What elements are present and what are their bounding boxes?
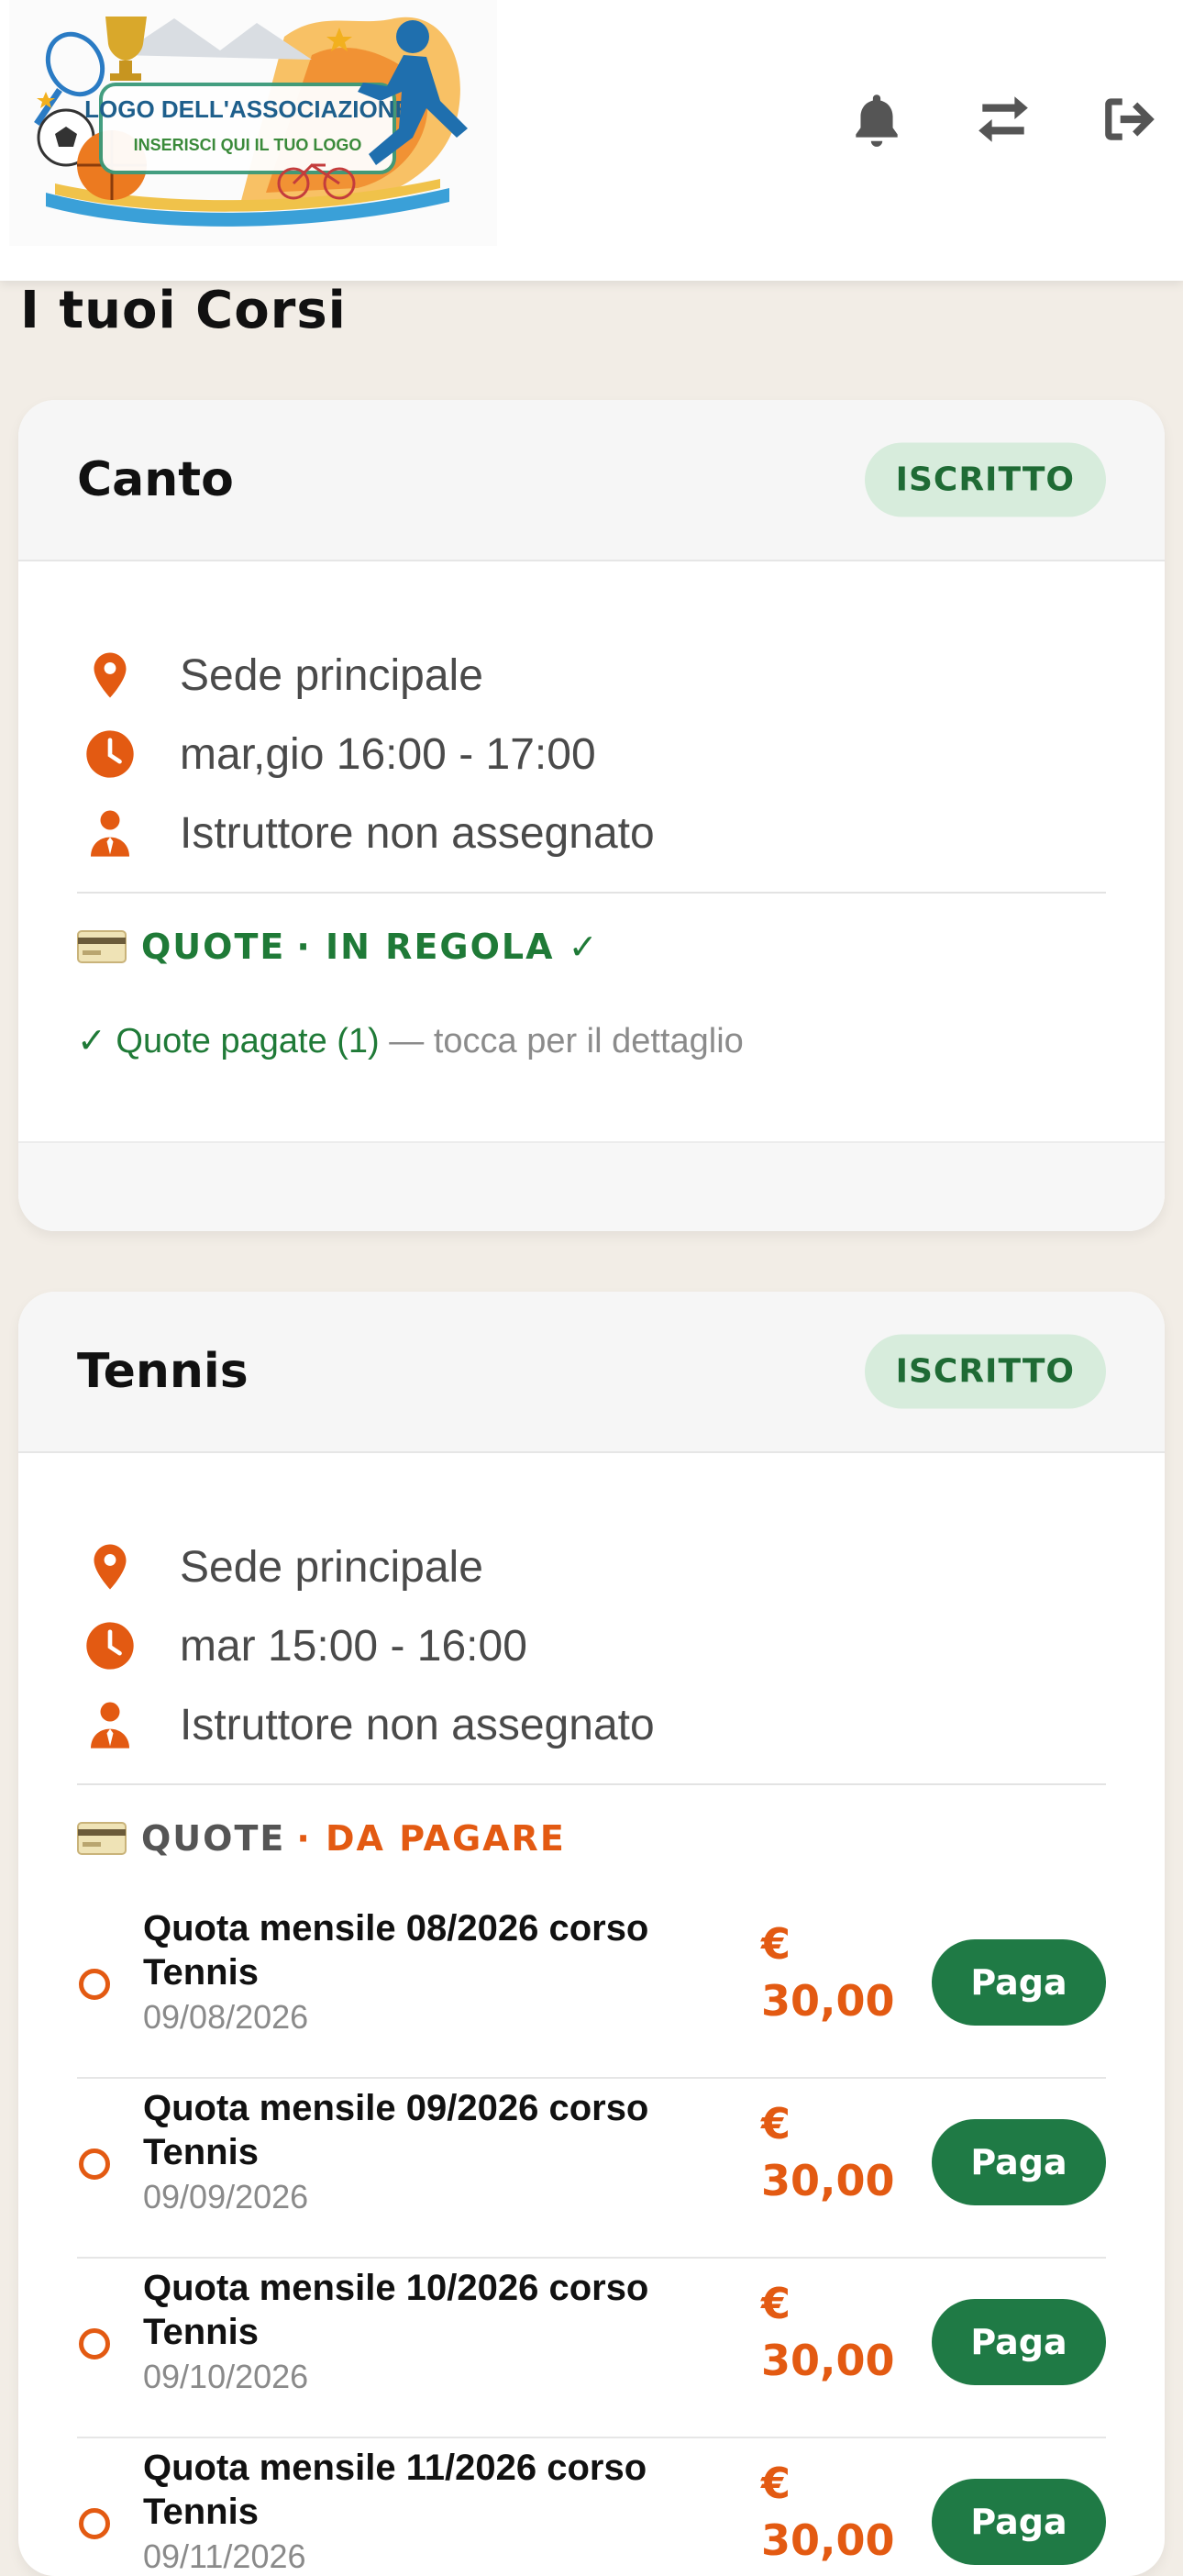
installment-amount: € 30,00 [761,2459,895,2565]
course-card-tennis: Tennis ISCRITTO Sede principale mar 15:0… [18,1292,1165,2576]
location-text: Sede principale [180,1542,483,1592]
installment-title: Quota mensile 11/2026 corso Tennis [143,2448,647,2532]
installment-amount: € 30,00 [761,2279,895,2385]
pay-button[interactable]: Paga [932,2119,1106,2205]
installment-title: Quota mensile 10/2026 corso Tennis [143,2268,649,2352]
association-logo[interactable]: LOGO DELL'ASSOCIAZIONE INSERISCI QUI IL … [9,0,497,246]
pay-button[interactable]: Paga [932,1939,1106,2026]
instructor-row: Istruttore non assegnato [77,1688,655,1761]
course-name: Canto [77,452,234,507]
course-card-header: Tennis ISCRITTO [18,1292,1165,1453]
logo-title: LOGO DELL'ASSOCIAZIONE [84,95,411,123]
installment-row: Quota mensile 08/2026 corso Tennis 09/08… [77,1897,1106,2079]
installment-title: Quota mensile 08/2026 corso Tennis [143,1908,649,1993]
course-card-header: Canto ISCRITTO [18,400,1165,561]
quote-header: QUOTE · IN REGOLA ✓ [77,927,600,967]
pending-status-icon [79,1969,110,2000]
paid-quotes-hint: — tocca per il dettaglio [379,1022,744,1060]
paid-quotes-summary: ✓ Quote pagate (1) [77,1022,380,1060]
installment-title: Quota mensile 09/2026 corso Tennis [143,2088,649,2172]
status-badge: ISCRITTO [864,1334,1106,1409]
location-pin-icon [77,1534,143,1600]
pending-status-icon [79,2328,110,2359]
schedule-row: mar,gio 16:00 - 17:00 [77,717,596,791]
installment-date: 09/11/2026 [143,2537,306,2575]
credit-card-icon [77,930,127,963]
course-card-canto: Canto ISCRITTO Sede principale mar,gio 1… [18,400,1165,1231]
installment-date: 09/08/2026 [143,1998,309,2036]
location-row: Sede principale [77,1530,483,1604]
quote-label: QUOTE [141,1818,286,1859]
credit-card-icon [77,1822,127,1855]
location-row: Sede principale [77,638,483,712]
logo-subtitle: INSERISCI QUI IL TUO LOGO [134,136,362,154]
pending-status-icon [79,2149,110,2180]
installment-row: Quota mensile 11/2026 corso Tennis 09/11… [77,2437,1106,2576]
swap-icon[interactable] [967,83,1040,156]
app-header: LOGO DELL'ASSOCIAZIONE INSERISCI QUI IL … [0,0,1183,281]
installment-row: Quota mensile 10/2026 corso Tennis 09/10… [77,2257,1106,2438]
instructor-icon [77,800,143,866]
instructor-text: Istruttore non assegnato [180,1700,655,1749]
pending-status-icon [79,2508,110,2539]
location-pin-icon [77,642,143,708]
schedule-text: mar 15:00 - 16:00 [180,1621,527,1671]
quote-label: QUOTE [141,927,286,967]
schedule-text: mar,gio 16:00 - 17:00 [180,729,596,779]
course-name: Tennis [77,1344,249,1399]
instructor-text: Istruttore non assegnato [180,808,655,858]
installment-amount: € 30,00 [761,2099,895,2205]
clock-icon [77,1613,143,1679]
schedule-row: mar 15:00 - 16:00 [77,1609,527,1682]
quote-status: · DA PAGARE [296,1818,566,1859]
pay-button[interactable]: Paga [932,2479,1106,2565]
location-text: Sede principale [180,650,483,700]
status-badge: ISCRITTO [864,442,1106,517]
instructor-icon [77,1692,143,1758]
clock-icon [77,721,143,787]
installment-date: 09/09/2026 [143,2178,309,2215]
installment-row: Quota mensile 09/2026 corso Tennis 09/09… [77,2077,1106,2259]
quote-status: · IN REGOLA ✓ [296,927,600,967]
paid-quotes-link[interactable]: ✓ Quote pagate (1) — tocca per il dettag… [77,1020,744,1061]
page-title: I tuoi Corsi [20,281,347,340]
logout-icon[interactable] [1093,83,1166,156]
pay-button[interactable]: Paga [932,2299,1106,2385]
card-divider [77,1783,1106,1785]
course-card-footer [18,1141,1165,1231]
card-divider [77,892,1106,894]
instructor-row: Istruttore non assegnato [77,796,655,870]
logo-image: LOGO DELL'ASSOCIAZIONE INSERISCI QUI IL … [34,17,468,227]
bell-icon[interactable] [840,83,913,156]
quote-header: QUOTE · DA PAGARE [77,1818,566,1859]
installment-amount: € 30,00 [761,1919,895,2026]
installment-date: 09/10/2026 [143,2358,309,2395]
